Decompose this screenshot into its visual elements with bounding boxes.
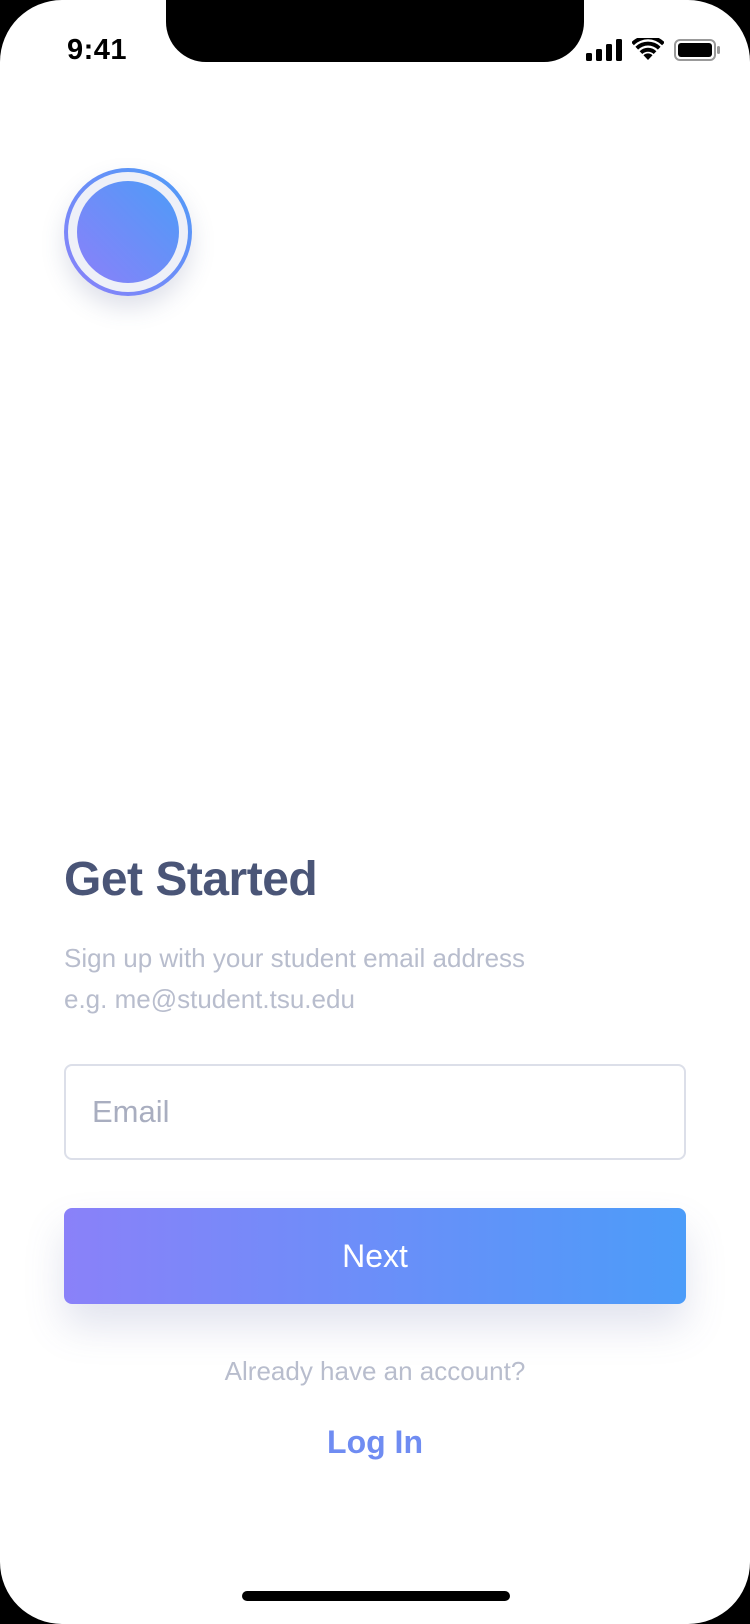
page-subtitle: Sign up with your student email address … xyxy=(64,938,525,1020)
already-have-account-text: Already have an account? xyxy=(224,1356,526,1386)
home-indicator[interactable] xyxy=(242,1591,510,1601)
subtitle-line-instructions: Sign up with your student email address xyxy=(64,943,526,973)
phone-screen: 9:41 Get Started Sign up with your stude… xyxy=(0,0,750,1624)
app-logo-icon xyxy=(64,168,192,296)
subtitle-line-example: e.g. me@student.tsu.edu xyxy=(64,984,355,1014)
email-field[interactable] xyxy=(64,1064,686,1160)
battery-icon xyxy=(674,38,720,66)
cellular-signal-icon xyxy=(586,38,622,66)
next-button[interactable]: Next xyxy=(64,1208,686,1304)
status-icons xyxy=(586,35,720,66)
status-time: 9:41 xyxy=(67,34,128,66)
logo-ring xyxy=(68,172,188,292)
login-link[interactable]: Log In xyxy=(0,1424,750,1461)
wifi-icon xyxy=(631,35,665,66)
page-title: Get Started xyxy=(64,853,318,906)
logo-core xyxy=(77,181,179,283)
device-notch xyxy=(166,0,584,62)
